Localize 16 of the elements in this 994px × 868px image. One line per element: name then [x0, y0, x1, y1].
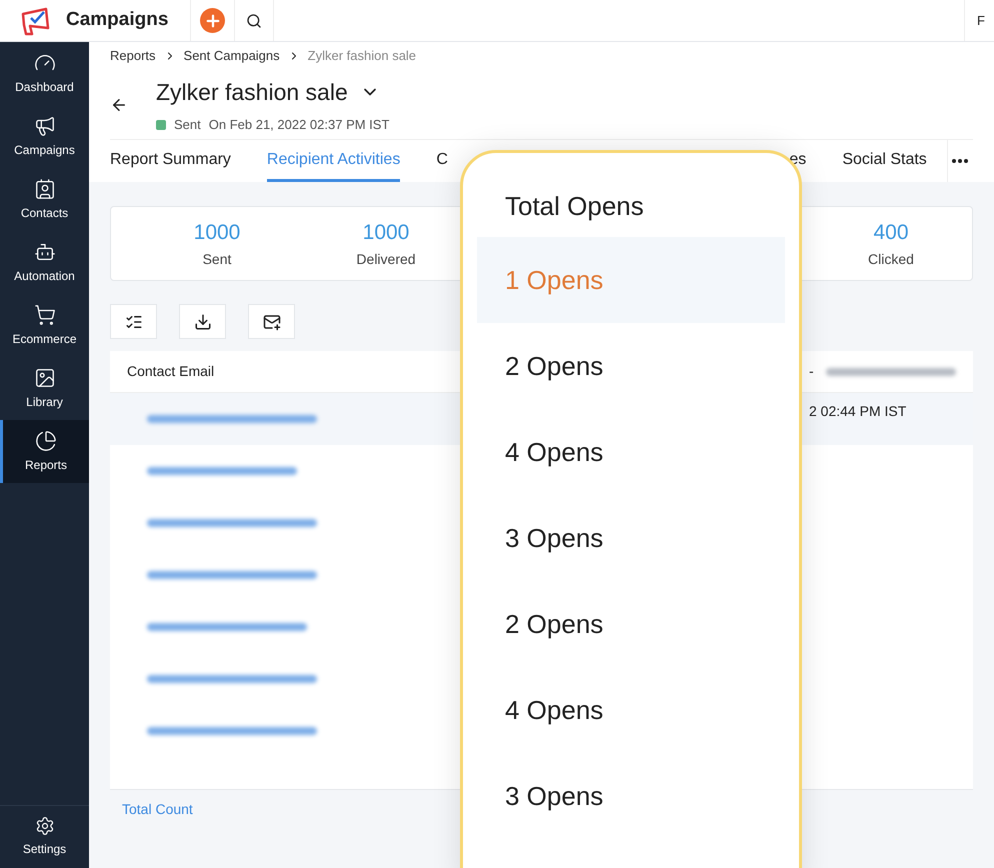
campaign-title: Zylker fashion sale: [156, 78, 348, 107]
stat-label: Delivered: [356, 250, 416, 269]
stat-value: 400: [873, 220, 909, 246]
stat-label: Sent: [202, 250, 232, 269]
app-name: Campaigns: [66, 8, 168, 32]
status-text: Sent: [174, 116, 201, 134]
column-header: Contact Email: [127, 362, 214, 378]
stat-value: 1000: [362, 220, 410, 246]
stat-label: Clicked: [868, 250, 914, 269]
table-cell-text: 2 02:44 PM IST: [809, 402, 906, 420]
top-bar-text: F: [977, 12, 985, 30]
stat-value: 1000: [194, 220, 240, 246]
sent-date: On Feb 21, 2022 02:37 PM IST: [208, 116, 390, 134]
total-count-label: Total Count: [122, 800, 193, 819]
table-cell-text: -: [809, 362, 814, 381]
popup-title: Total Opens: [504, 190, 645, 223]
